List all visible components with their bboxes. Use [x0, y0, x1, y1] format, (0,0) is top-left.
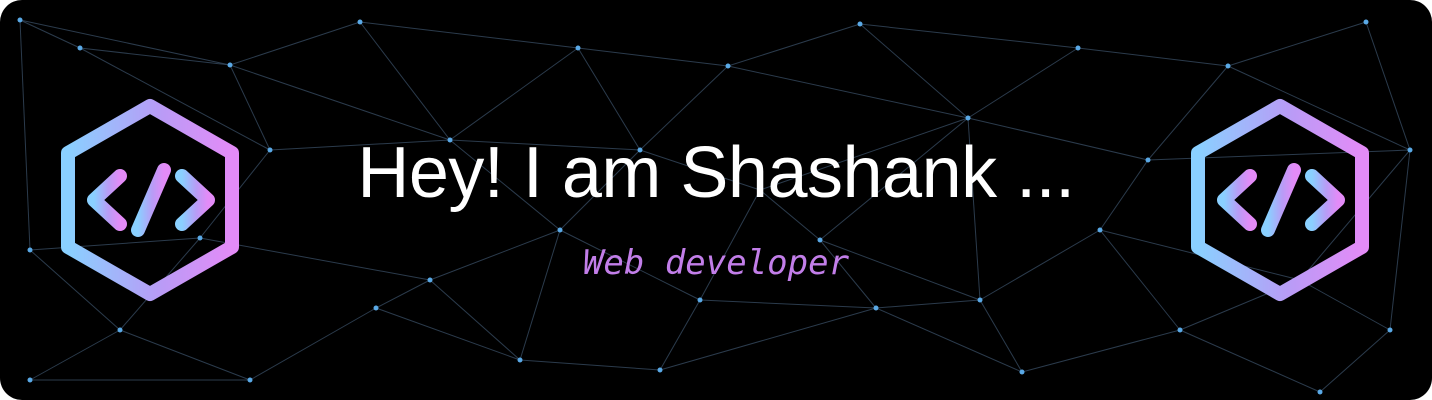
mesh-line	[429, 279, 521, 361]
mesh-line	[875, 299, 981, 309]
mesh-node	[1225, 63, 1231, 69]
mesh-node	[357, 19, 363, 25]
mesh-node	[965, 115, 971, 121]
mesh-line	[727, 65, 969, 119]
mesh-node	[373, 305, 379, 311]
mesh-node	[873, 305, 879, 311]
mesh-line	[979, 299, 1023, 373]
mesh-node	[575, 45, 581, 51]
mesh-node	[1019, 369, 1025, 375]
mesh-line	[375, 307, 521, 361]
mesh-node	[557, 227, 563, 233]
mesh-line	[967, 47, 1079, 119]
mesh-line	[1021, 329, 1181, 373]
mesh-line	[859, 23, 1079, 49]
mesh-line	[1077, 47, 1229, 67]
mesh-node	[1317, 389, 1323, 395]
mesh-line	[659, 299, 701, 371]
mesh-line	[79, 47, 231, 66]
mesh-node	[977, 297, 983, 303]
mesh-node	[857, 21, 863, 27]
mesh-node	[77, 45, 83, 51]
mesh-line	[19, 19, 231, 66]
mesh-node	[517, 357, 523, 363]
mesh-node	[1097, 227, 1103, 233]
mesh-line	[359, 21, 451, 141]
mesh-node	[227, 62, 233, 68]
mesh-line	[659, 307, 877, 371]
mesh-node	[27, 377, 33, 383]
mesh-line	[875, 307, 1023, 373]
mesh-line	[119, 329, 251, 381]
mesh-node	[725, 63, 731, 69]
mesh-line	[29, 329, 121, 381]
mesh-line	[859, 23, 969, 119]
mesh-line	[449, 47, 579, 141]
mesh-node	[1387, 327, 1393, 333]
mesh-line	[1179, 329, 1321, 393]
mesh-node	[17, 17, 23, 23]
hero-banner: Hey! I am Shashank ... Web developer	[0, 0, 1432, 400]
mesh-line	[19, 19, 81, 49]
mesh-node	[1075, 45, 1081, 51]
mesh-line	[699, 299, 877, 309]
mesh-line	[359, 21, 579, 49]
mesh-node	[1363, 19, 1369, 25]
hero-subtitle: Web developer	[582, 243, 850, 283]
mesh-line	[1227, 21, 1367, 67]
mesh-line	[249, 307, 377, 381]
hero-headline: Hey! I am Shashank ...	[357, 133, 1075, 213]
mesh-line	[229, 21, 361, 66]
mesh-line	[519, 359, 661, 371]
mesh-line	[1319, 329, 1391, 393]
mesh-node	[697, 297, 703, 303]
mesh-line	[577, 47, 729, 67]
mesh-node	[1177, 327, 1183, 333]
mesh-line	[727, 23, 861, 67]
mesh-node	[657, 367, 663, 373]
mesh-node	[117, 327, 123, 333]
mesh-node	[247, 377, 253, 383]
